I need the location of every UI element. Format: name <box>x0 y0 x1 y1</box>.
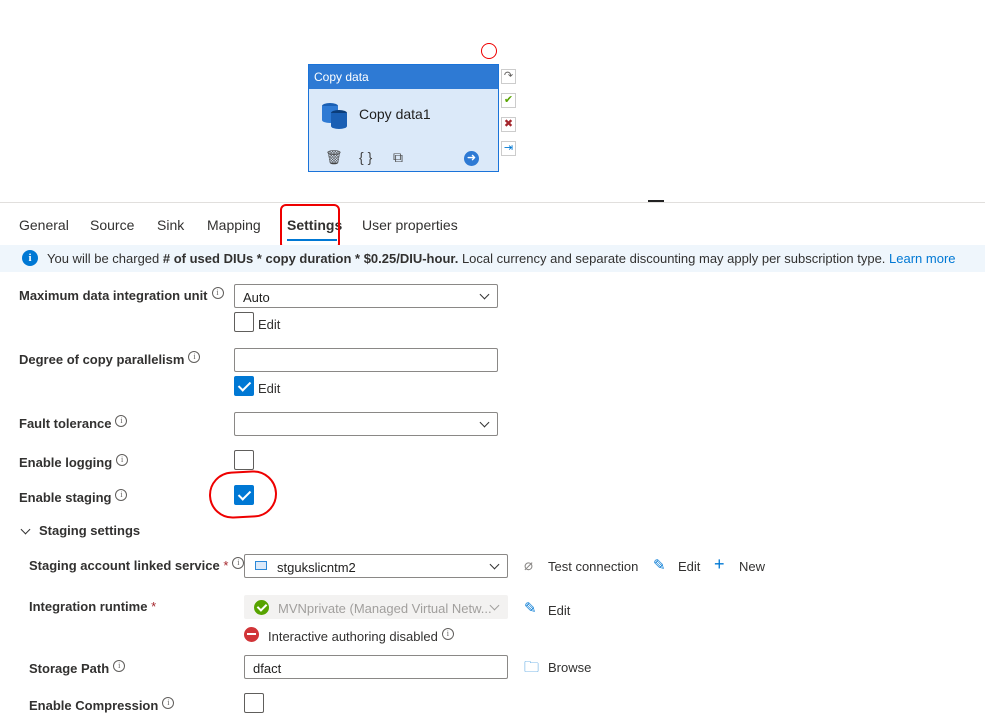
info-icon: i <box>162 697 175 709</box>
info-icon: i <box>232 557 245 569</box>
activity-type-label: Copy data <box>309 65 498 89</box>
pencil-icon: ✎ <box>524 600 537 617</box>
enable-compression-label: Enable Compression i <box>29 697 175 713</box>
max-diu-edit-label: Edit <box>258 317 281 332</box>
plus-icon: + <box>714 554 725 574</box>
status-ok-icon <box>254 600 269 615</box>
parallelism-edit-checkbox[interactable] <box>234 376 254 396</box>
tab-mapping[interactable]: Mapping <box>207 217 261 233</box>
info-icon: i <box>115 415 128 427</box>
chevron-down-icon <box>479 417 490 428</box>
skip-output-icon[interactable]: ↷ <box>501 69 516 84</box>
storage-path-label: Storage Path i <box>29 660 126 676</box>
storage-path-input[interactable]: dfact <box>244 655 508 679</box>
info-icon: i <box>115 489 128 501</box>
parallelism-label: Degree of copy parallelism i <box>19 351 201 367</box>
tab-general[interactable]: General <box>19 217 69 233</box>
test-connection-button[interactable]: Test connection <box>548 559 638 574</box>
tab-sink[interactable]: Sink <box>157 217 184 233</box>
staging-settings-header[interactable]: Staging settings <box>39 523 140 538</box>
enable-logging-checkbox[interactable] <box>234 450 254 470</box>
copy-data-activity[interactable]: Copy data Copy data1 🗑 { } ⧉ ➜ <box>308 64 499 172</box>
parallelism-edit-label: Edit <box>258 381 281 396</box>
database-icon <box>322 103 347 129</box>
enable-staging-label: Enable staging i <box>19 489 128 505</box>
annotation-staging-highlight <box>207 469 279 520</box>
edit-integration-runtime-button[interactable]: Edit <box>548 603 570 618</box>
parallelism-input[interactable] <box>234 348 498 372</box>
enable-compression-checkbox[interactable] <box>244 693 264 713</box>
plug-icon: ⌀ <box>524 557 534 574</box>
chevron-down-icon <box>479 289 490 300</box>
learn-more-link[interactable]: Learn more <box>889 251 955 266</box>
fault-tolerance-label: Fault tolerance i <box>19 415 128 431</box>
interactive-authoring-status: Interactive authoring disabled i <box>268 628 454 644</box>
banner-text: You will be charged # of used DIUs * cop… <box>47 251 956 266</box>
chevron-down-icon[interactable] <box>20 524 31 535</box>
completion-output-icon[interactable]: ⇥ <box>501 141 516 156</box>
delete-icon[interactable]: 🗑 <box>325 149 343 166</box>
code-icon[interactable]: { } <box>359 149 372 165</box>
info-icon: i <box>116 454 129 466</box>
max-diu-select[interactable]: Auto <box>234 284 498 308</box>
info-icon: i <box>441 628 454 640</box>
fault-tolerance-select[interactable] <box>234 412 498 436</box>
edit-linked-service-button[interactable]: Edit <box>678 559 700 574</box>
new-linked-service-button[interactable]: New <box>739 559 765 574</box>
success-output-icon[interactable]: ✔ <box>501 93 516 108</box>
integration-runtime-label: Integration runtime * <box>29 599 157 614</box>
info-icon: i <box>211 287 224 299</box>
storage-account-icon <box>255 561 267 570</box>
staging-linked-service-label: Staging account linked service * i <box>29 557 245 573</box>
panel-divider <box>0 202 985 203</box>
blocked-icon <box>244 627 259 642</box>
annotation-circle <box>481 43 497 59</box>
integration-runtime-select: MVNprivate (Managed Virtual Netw... <box>244 595 508 619</box>
info-icon: i <box>22 250 38 266</box>
activity-name: Copy data1 <box>359 106 431 122</box>
tab-user-properties[interactable]: User properties <box>362 217 458 233</box>
failure-output-icon[interactable]: ✖ <box>501 117 516 132</box>
info-icon: i <box>188 351 201 363</box>
chevron-down-icon <box>489 559 500 570</box>
folder-icon: 🗀 <box>524 659 540 676</box>
pencil-icon: ✎ <box>653 557 666 574</box>
browse-button[interactable]: Browse <box>548 660 591 675</box>
max-diu-edit-checkbox[interactable] <box>234 312 254 332</box>
staging-linked-service-select[interactable]: stgukslicntm2 <box>244 554 508 578</box>
copy-icon[interactable]: ⧉ <box>393 149 403 166</box>
annotation-settings-highlight <box>280 204 340 250</box>
info-icon: i <box>113 660 126 672</box>
max-diu-label: Maximum data integration unit i <box>19 287 224 303</box>
enable-logging-label: Enable logging i <box>19 454 129 470</box>
arrow-right-icon[interactable]: ➜ <box>464 151 479 166</box>
tab-source[interactable]: Source <box>90 217 134 233</box>
